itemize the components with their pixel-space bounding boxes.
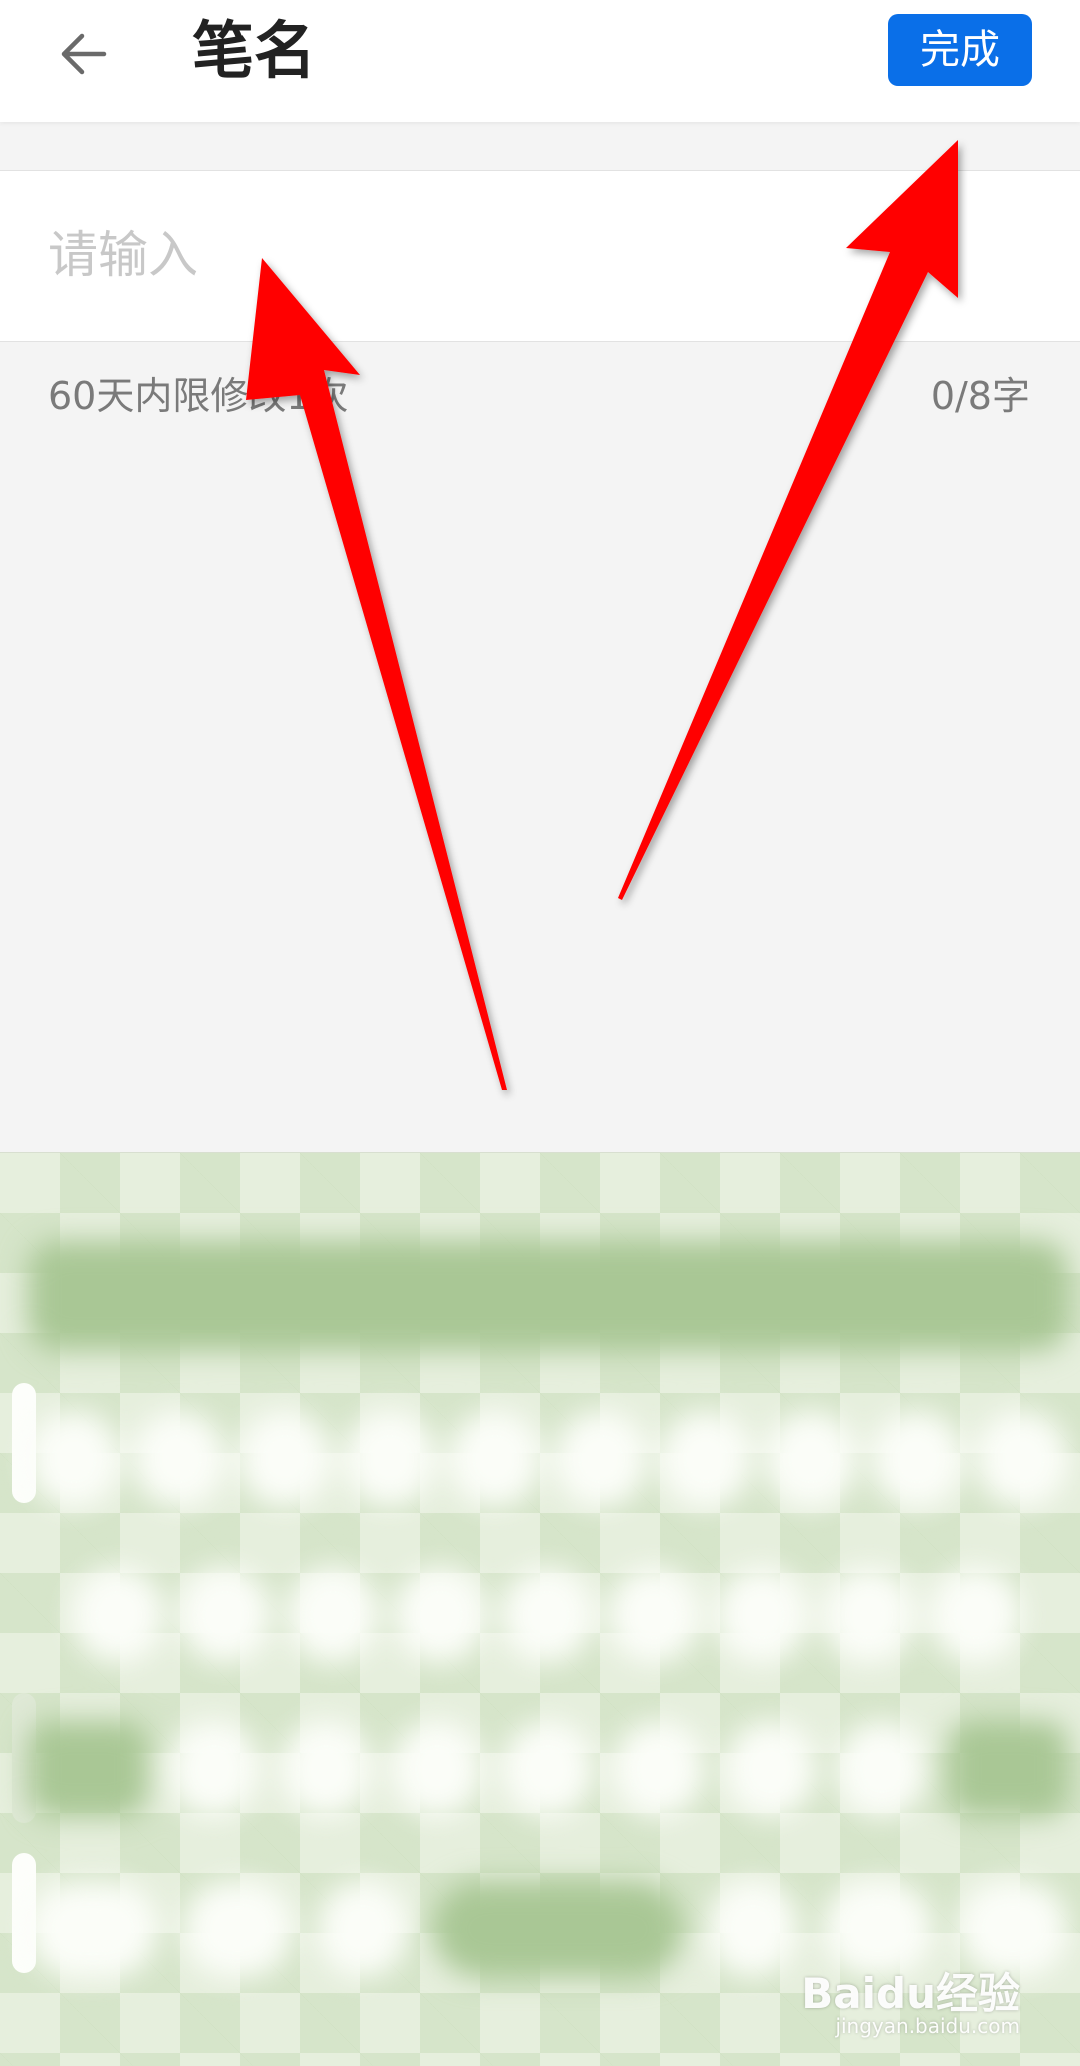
page-title: 笔名 bbox=[192, 14, 317, 87]
keyboard-key[interactable] bbox=[501, 1567, 593, 1663]
keyboard-key[interactable] bbox=[343, 1411, 436, 1507]
keyboard-key[interactable] bbox=[614, 1721, 705, 1817]
keyboard-key[interactable] bbox=[554, 1411, 647, 1507]
pen-name-input-row bbox=[0, 170, 1080, 342]
keyboard-key[interactable] bbox=[608, 1567, 701, 1663]
symbol-key[interactable] bbox=[28, 1881, 158, 1977]
pen-name-input[interactable] bbox=[48, 199, 1028, 311]
keyboard-key[interactable] bbox=[318, 1881, 408, 1977]
keyboard-key[interactable] bbox=[659, 1411, 752, 1507]
arrow-left-icon bbox=[61, 33, 107, 75]
keyboard-key[interactable] bbox=[715, 1567, 808, 1663]
keyboard-key[interactable] bbox=[72, 1567, 164, 1663]
keyboard-key[interactable] bbox=[449, 1411, 542, 1507]
keyboard-key[interactable] bbox=[708, 1881, 798, 1977]
modify-limit-hint: 60天内限修改1次 bbox=[48, 374, 349, 418]
keyboard-key[interactable] bbox=[765, 1411, 858, 1507]
keyboard-key[interactable] bbox=[870, 1411, 963, 1507]
keyboard-key[interactable] bbox=[286, 1567, 379, 1663]
keyboard-key[interactable] bbox=[725, 1721, 816, 1817]
keyboard-row bbox=[28, 1411, 1068, 1507]
keyboard-key[interactable] bbox=[183, 1881, 293, 1977]
keyboard-key[interactable] bbox=[393, 1567, 486, 1663]
keyboard-key[interactable] bbox=[930, 1567, 1022, 1663]
space-key[interactable] bbox=[433, 1881, 683, 1977]
soft-keyboard[interactable] bbox=[0, 1152, 1080, 2066]
keyboard-key[interactable] bbox=[179, 1567, 272, 1663]
keyboard-key[interactable] bbox=[133, 1411, 226, 1507]
keyboard-key[interactable] bbox=[238, 1411, 331, 1507]
keyboard-key[interactable] bbox=[975, 1411, 1068, 1507]
keyboard-key[interactable] bbox=[169, 1721, 260, 1817]
keyboard-key[interactable] bbox=[836, 1721, 927, 1817]
top-bar: 笔名 完成 bbox=[0, 0, 1080, 122]
keyboard-blurred-content bbox=[28, 1181, 1068, 2066]
done-button[interactable]: 完成 bbox=[888, 14, 1032, 86]
keyboard-key[interactable] bbox=[28, 1411, 120, 1507]
keyboard-key[interactable] bbox=[391, 1721, 482, 1817]
back-button[interactable] bbox=[50, 20, 118, 88]
keyboard-key[interactable] bbox=[503, 1721, 593, 1817]
baidu-watermark: Baidu经验 bbox=[801, 1969, 1020, 2018]
keyboard-row bbox=[72, 1567, 1022, 1663]
keyboard-row bbox=[28, 1721, 1068, 1817]
shift-key[interactable] bbox=[28, 1721, 148, 1817]
keyboard-toolbar bbox=[28, 1241, 1068, 1351]
keyboard-key[interactable] bbox=[280, 1721, 371, 1817]
baidu-watermark-url: jingyan.baidu.com bbox=[835, 2014, 1020, 2038]
backspace-key[interactable] bbox=[948, 1721, 1068, 1817]
char-count: 0/8字 bbox=[930, 374, 1030, 418]
keyboard-key[interactable] bbox=[822, 1567, 915, 1663]
